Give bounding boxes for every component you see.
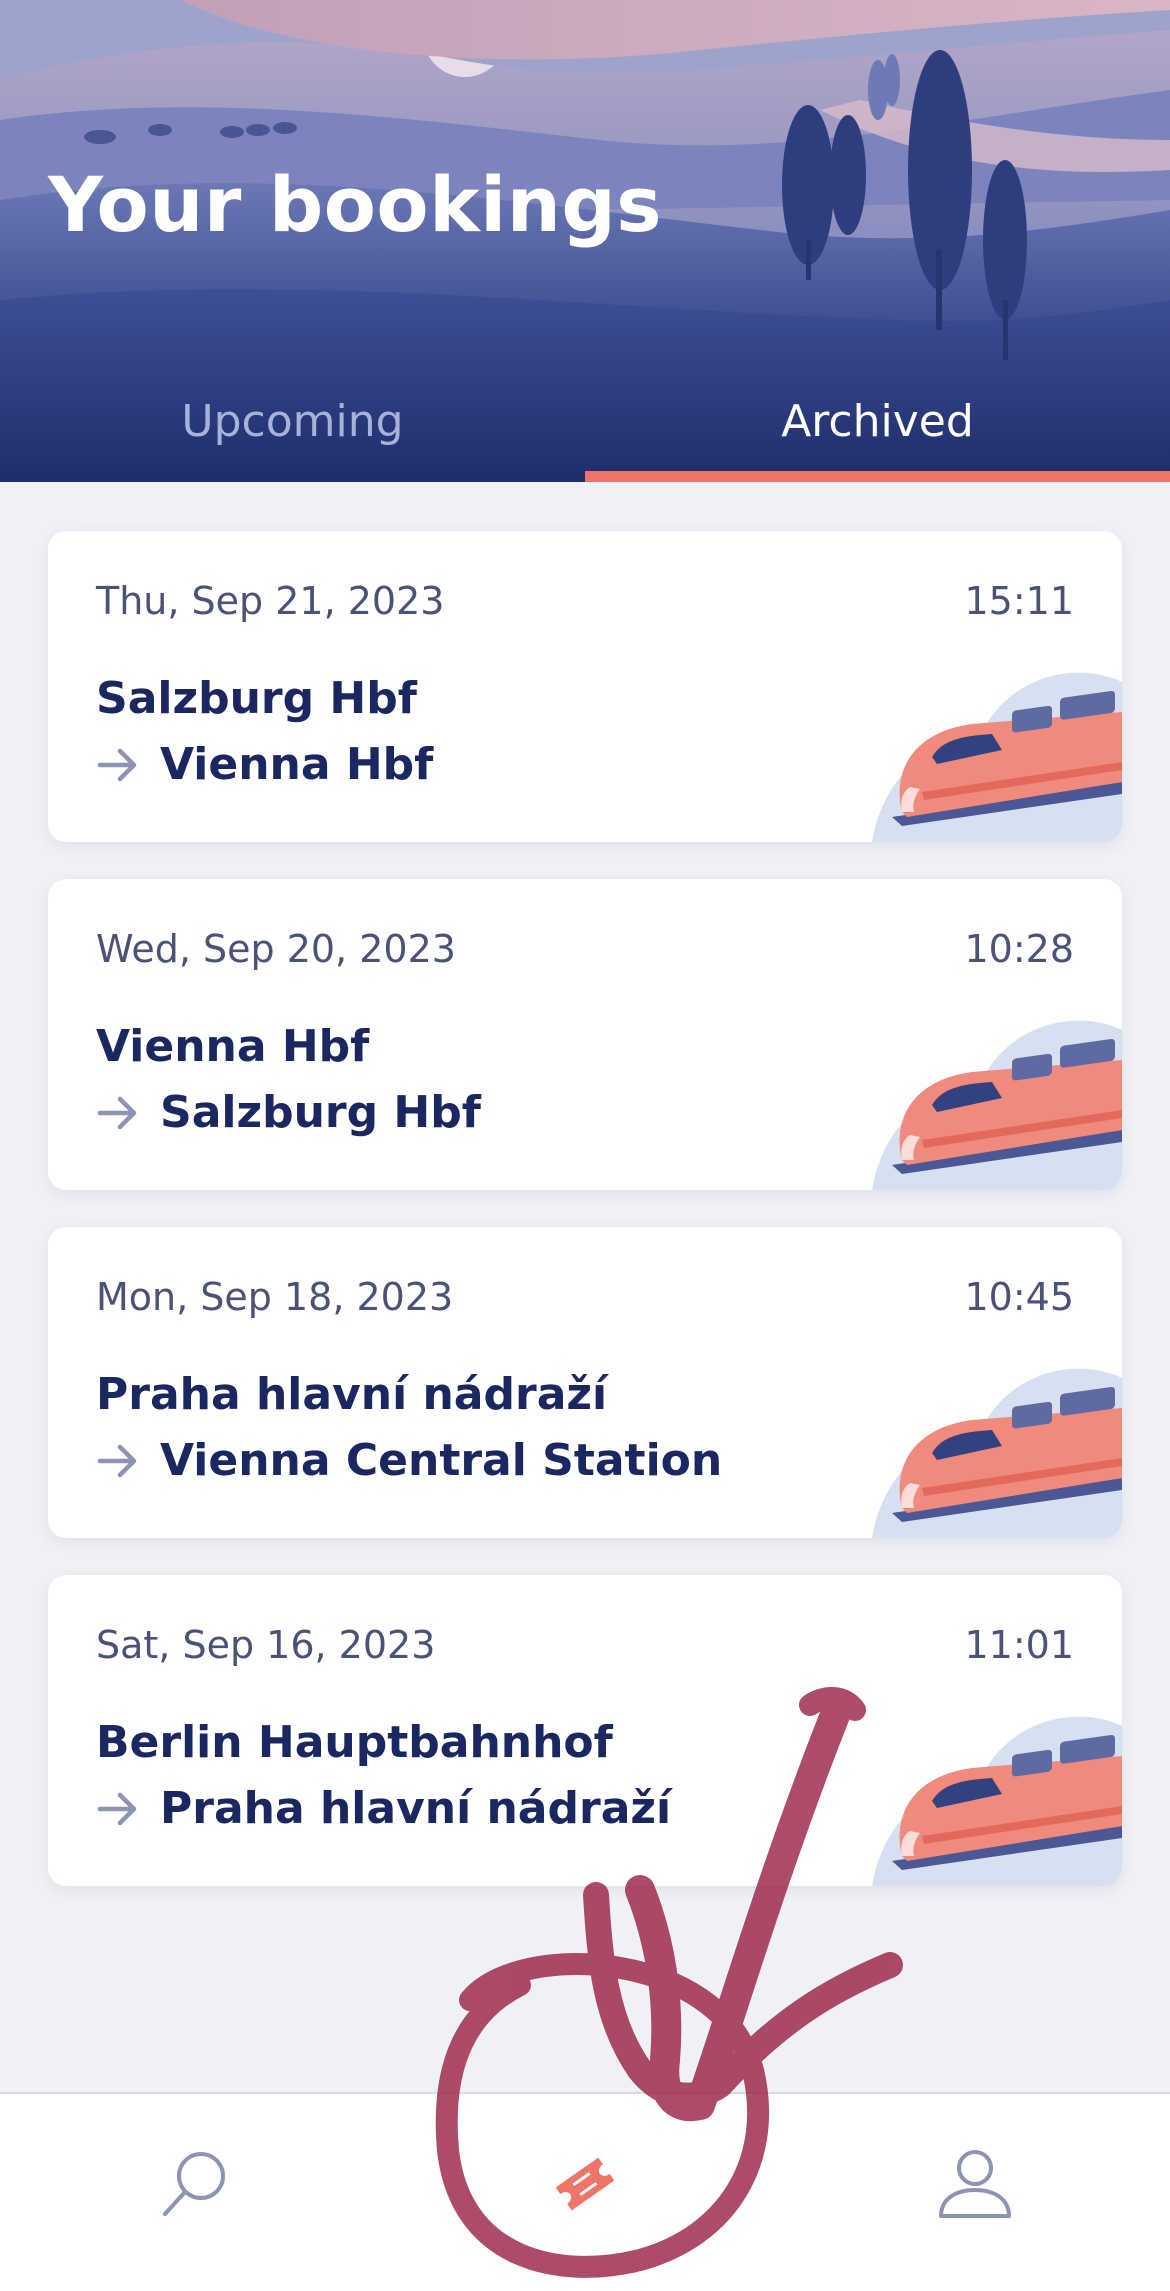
arrow-right-icon bbox=[97, 1444, 137, 1477]
nav-search[interactable] bbox=[135, 2134, 255, 2234]
booking-origin: Vienna Hbf bbox=[96, 1021, 370, 1072]
train-icon bbox=[872, 1368, 1122, 1538]
booking-time: 10:28 bbox=[964, 927, 1074, 971]
arrow-right-icon bbox=[97, 1792, 137, 1825]
booking-destination-row: Praha hlavní nádraží bbox=[96, 1783, 671, 1834]
booking-tabs: Upcoming Archived bbox=[0, 360, 1170, 482]
ticket-icon bbox=[555, 2157, 615, 2211]
train-icon bbox=[872, 1716, 1122, 1886]
arrow-right-icon bbox=[97, 748, 137, 781]
booking-card[interactable]: Sat, Sep 16, 2023 11:01 Berlin Hauptbahn… bbox=[48, 1575, 1122, 1886]
booking-card[interactable]: Wed, Sep 20, 2023 10:28 Vienna Hbf Salzb… bbox=[48, 879, 1122, 1190]
arrow-right-icon bbox=[97, 1096, 137, 1129]
profile-icon bbox=[939, 2150, 1011, 2218]
nav-profile[interactable] bbox=[915, 2134, 1035, 2234]
booking-date: Thu, Sep 21, 2023 bbox=[96, 579, 445, 623]
page-title: Your bookings bbox=[48, 160, 662, 249]
booking-destination-row: Vienna Central Station bbox=[96, 1435, 722, 1486]
booking-destination: Vienna Central Station bbox=[160, 1435, 723, 1486]
booking-origin: Berlin Hauptbahnhof bbox=[96, 1717, 613, 1768]
booking-card[interactable]: Mon, Sep 18, 2023 10:45 Praha hlavní nád… bbox=[48, 1227, 1122, 1538]
train-icon bbox=[872, 1020, 1122, 1190]
booking-origin: Praha hlavní nádraží bbox=[96, 1369, 608, 1420]
booking-date: Mon, Sep 18, 2023 bbox=[96, 1275, 454, 1319]
active-tab-indicator bbox=[585, 471, 1170, 482]
header: Your bookings Upcoming Archived bbox=[0, 0, 1170, 482]
bookings-screen: Your bookings Upcoming Archived Thu, Sep… bbox=[0, 0, 1170, 2291]
tab-upcoming[interactable]: Upcoming bbox=[0, 360, 585, 482]
booking-destination: Salzburg Hbf bbox=[160, 1087, 481, 1138]
booking-destination: Praha hlavní nádraží bbox=[160, 1783, 672, 1834]
booking-date: Wed, Sep 20, 2023 bbox=[96, 927, 456, 971]
train-icon bbox=[872, 672, 1122, 842]
tab-archived-label: Archived bbox=[781, 395, 974, 447]
booking-time: 15:11 bbox=[964, 579, 1074, 623]
booking-origin: Salzburg Hbf bbox=[96, 673, 417, 724]
booking-date: Sat, Sep 16, 2023 bbox=[96, 1623, 436, 1667]
booking-destination-row: Vienna Hbf bbox=[96, 739, 433, 790]
search-icon bbox=[163, 2152, 225, 2216]
booking-time: 10:45 bbox=[964, 1275, 1074, 1319]
booking-time: 11:01 bbox=[964, 1623, 1074, 1667]
bottom-navigation bbox=[0, 2092, 1170, 2291]
booking-destination-row: Salzburg Hbf bbox=[96, 1087, 481, 1138]
tab-archived[interactable]: Archived bbox=[585, 360, 1170, 482]
booking-card[interactable]: Thu, Sep 21, 2023 15:11 Salzburg Hbf Vie… bbox=[48, 531, 1122, 842]
booking-destination: Vienna Hbf bbox=[160, 739, 434, 790]
nav-bookings[interactable] bbox=[525, 2134, 645, 2234]
